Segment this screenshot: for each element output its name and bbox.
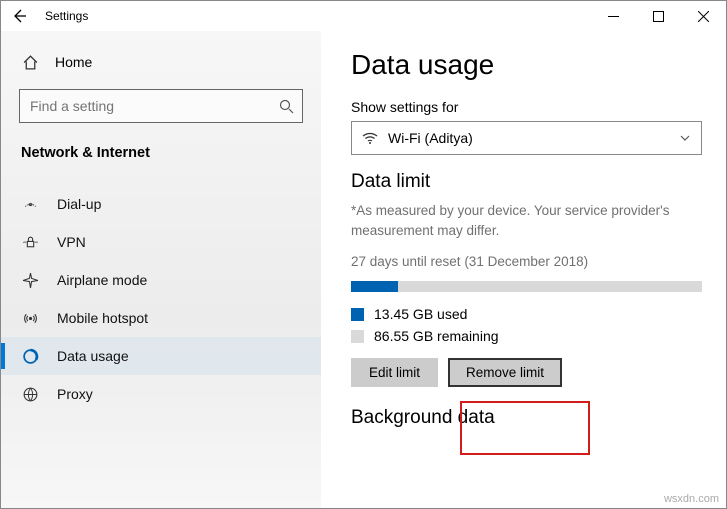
vpn-icon (21, 233, 39, 251)
maximize-button[interactable] (636, 1, 681, 31)
chevron-down-icon (679, 132, 691, 144)
page-title: Data usage (351, 49, 702, 81)
sidebar-item-label: Proxy (57, 386, 93, 402)
minimize-button[interactable] (591, 1, 636, 31)
main-content: Data usage Show settings for Wi-Fi (Adit… (321, 31, 726, 508)
close-button[interactable] (681, 1, 726, 31)
reset-text: 27 days until reset (31 December 2018) (351, 254, 702, 269)
search-input[interactable] (19, 89, 303, 123)
edit-limit-button[interactable]: Edit limit (351, 358, 438, 387)
sidebar-section: Network & Internet (1, 139, 321, 175)
sidebar-item-hotspot[interactable]: Mobile hotspot (1, 299, 321, 337)
arrow-left-icon (11, 8, 27, 24)
sidebar-item-label: Mobile hotspot (57, 310, 148, 326)
home-label: Home (55, 54, 92, 70)
used-swatch (351, 308, 364, 321)
data-limit-heading: Data limit (351, 171, 702, 193)
remove-limit-button[interactable]: Remove limit (448, 358, 562, 387)
legend-used: 13.45 GB used (351, 306, 702, 322)
titlebar: Settings (1, 1, 726, 31)
sidebar-item-label: Data usage (57, 348, 129, 364)
proxy-icon (21, 385, 39, 403)
usage-bar-fill (351, 281, 398, 292)
remaining-text: 86.55 GB remaining (374, 328, 499, 344)
watermark: wsxdn.com (664, 493, 719, 505)
window-title: Settings (45, 9, 88, 23)
usage-bar (351, 281, 702, 292)
wifi-icon (362, 130, 378, 146)
sidebar-item-proxy[interactable]: Proxy (1, 375, 321, 413)
disclaimer-text: *As measured by your device. Your servic… (351, 201, 702, 240)
close-icon (698, 11, 709, 22)
minimize-icon (608, 11, 619, 22)
sidebar-item-dialup[interactable]: Dial-up (1, 185, 321, 223)
show-settings-label: Show settings for (351, 99, 702, 115)
remaining-swatch (351, 330, 364, 343)
sidebar-item-vpn[interactable]: VPN (1, 223, 321, 261)
background-data-heading: Background data (351, 407, 702, 429)
search-icon (278, 98, 294, 114)
sidebar-item-label: VPN (57, 234, 86, 250)
used-text: 13.45 GB used (374, 306, 467, 322)
network-selected: Wi-Fi (Aditya) (388, 130, 473, 146)
home-icon (21, 53, 39, 71)
sidebar-item-label: Airplane mode (57, 272, 147, 288)
sidebar-item-datausage[interactable]: Data usage (1, 337, 321, 375)
home-nav[interactable]: Home (1, 45, 321, 79)
datausage-icon (21, 347, 39, 365)
legend-remaining: 86.55 GB remaining (351, 328, 702, 344)
maximize-icon (653, 11, 664, 22)
sidebar: Home Network & Internet Dial-up (1, 31, 321, 508)
dialup-icon (21, 195, 39, 213)
search-field[interactable] (30, 98, 278, 114)
sidebar-item-label: Dial-up (57, 196, 101, 212)
hotspot-icon (21, 309, 39, 327)
sidebar-item-airplane[interactable]: Airplane mode (1, 261, 321, 299)
back-button[interactable] (9, 6, 29, 26)
airplane-icon (21, 271, 39, 289)
network-dropdown[interactable]: Wi-Fi (Aditya) (351, 121, 702, 155)
